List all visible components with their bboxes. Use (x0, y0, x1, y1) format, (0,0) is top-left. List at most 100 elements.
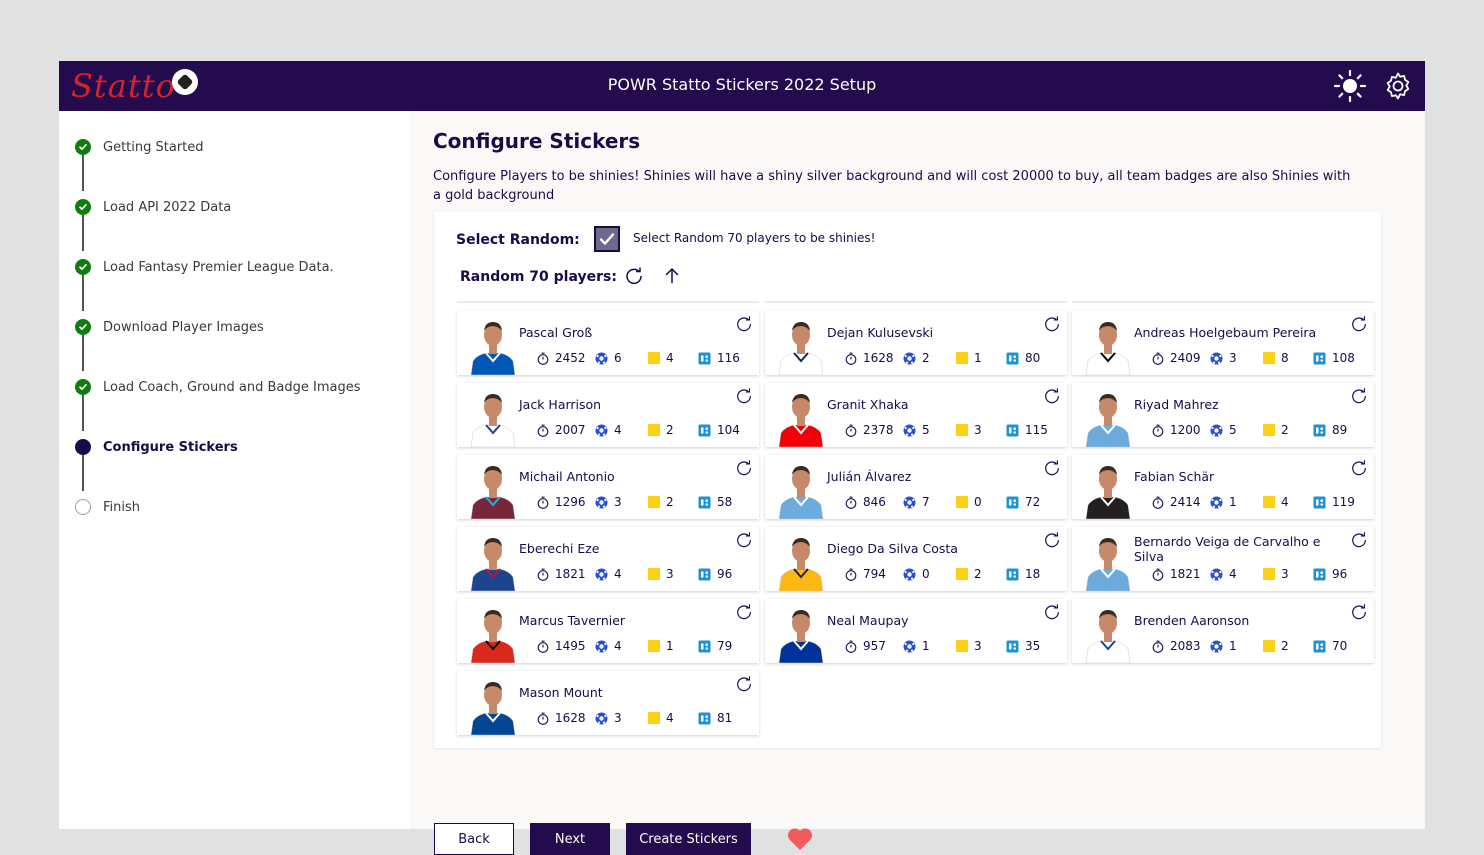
player-card[interactable]: Eberechi Eze 1821 4 3 96 (457, 527, 759, 591)
refresh-icon[interactable] (735, 387, 753, 405)
yellow-cards-value: 2 (666, 495, 674, 509)
points-value: 96 (1332, 567, 1348, 581)
next-button[interactable]: Next (530, 823, 610, 855)
player-card[interactable]: Pascal Groß 2452 6 4 116 (457, 311, 759, 375)
minutes-value: 1628 (555, 711, 586, 725)
configure-card: Select Random: Select Random 70 players … (434, 212, 1381, 748)
minutes-value: 1628 (863, 351, 894, 365)
football-icon (595, 568, 608, 580)
player-card[interactable]: Brenden Aaronson 2083 1 2 70 (1072, 599, 1374, 663)
step-label: Load Coach, Ground and Badge Images (103, 379, 361, 395)
points-icon (698, 712, 711, 724)
step-item[interactable]: Download Player Images (75, 319, 264, 335)
player-card[interactable]: Michail Antonio 1296 3 2 58 (457, 455, 759, 519)
step-item[interactable]: Configure Stickers (75, 439, 238, 455)
goals-value: 3 (614, 711, 622, 725)
refresh-icon[interactable] (1350, 603, 1368, 621)
step-connector (82, 155, 84, 191)
refresh-icon[interactable] (735, 459, 753, 477)
refresh-icon[interactable] (735, 675, 753, 693)
player-card[interactable]: Riyad Mahrez 1200 5 2 89 (1072, 383, 1374, 447)
random-players-label: Random 70 players: (460, 269, 617, 285)
player-name: Eberechi Eze (519, 541, 600, 556)
player-name: Neal Maupay (827, 613, 909, 628)
player-photo (778, 610, 824, 663)
heart-icon[interactable] (787, 827, 813, 855)
player-name: Andreas Hoelgebaum Pereira (1134, 325, 1317, 340)
points-icon (698, 496, 711, 508)
yellow-card-icon (956, 640, 968, 652)
player-name: Fabian Schär (1134, 469, 1215, 484)
yellow-cards-value: 3 (666, 567, 674, 581)
step-connector (82, 275, 84, 311)
player-card[interactable]: Bernardo Veiga de Carvalho e Silva 1821 4 3… (1072, 527, 1374, 591)
refresh-icon[interactable] (735, 315, 753, 333)
goals-value: 1 (1229, 495, 1237, 509)
sun-icon[interactable] (1333, 69, 1367, 103)
refresh-icon[interactable] (1043, 531, 1061, 549)
football-icon (1210, 640, 1223, 652)
goals-value: 7 (922, 495, 930, 509)
player-name: Julián Álvarez (827, 469, 912, 484)
player-photo (470, 394, 516, 447)
check-circle-icon (75, 379, 91, 395)
player-name: Riyad Mahrez (1134, 397, 1219, 412)
yellow-cards-value: 8 (1281, 351, 1289, 365)
step-item[interactable]: Load Fantasy Premier League Data. (75, 259, 334, 275)
player-card[interactable]: Julián Álvarez 846 7 0 72 (765, 455, 1067, 519)
points-icon (1313, 640, 1326, 652)
refresh-icon[interactable] (1350, 387, 1368, 405)
player-card[interactable]: Granit Xhaka 2378 5 3 115 (765, 383, 1067, 447)
current-step-icon (75, 439, 91, 455)
goals-value: 4 (614, 639, 622, 653)
refresh-icon[interactable] (1350, 531, 1368, 549)
yellow-card-icon (1263, 640, 1275, 652)
player-card[interactable]: Neal Maupay 957 1 3 35 (765, 599, 1067, 663)
refresh-icon[interactable] (735, 531, 753, 549)
step-item[interactable]: Finish (75, 499, 140, 515)
stopwatch-icon (537, 424, 549, 437)
refresh-icon[interactable] (624, 266, 644, 290)
refresh-icon[interactable] (1043, 387, 1061, 405)
refresh-icon[interactable] (1043, 603, 1061, 621)
stopwatch-icon (845, 496, 857, 509)
refresh-icon[interactable] (1043, 459, 1061, 477)
points-value: 115 (1025, 423, 1048, 437)
yellow-card-icon (1263, 352, 1275, 364)
steps-sidebar: Getting Started Load API 2022 Data Load Fa… (59, 111, 409, 829)
football-icon (903, 352, 916, 364)
player-card[interactable]: Fabian Schär 2414 1 4 119 (1072, 455, 1374, 519)
refresh-icon[interactable] (1350, 459, 1368, 477)
player-card[interactable]: Dejan Kulusevski 1628 2 1 80 (765, 311, 1067, 375)
points-value: 58 (717, 495, 733, 509)
refresh-icon[interactable] (1043, 315, 1061, 333)
football-icon (903, 424, 916, 436)
refresh-icon[interactable] (1350, 315, 1368, 333)
arrow-up-icon[interactable] (662, 266, 682, 290)
select-random-checkbox[interactable] (594, 226, 620, 252)
back-button[interactable]: Back (434, 823, 514, 855)
player-card[interactable]: Mason Mount 1628 3 4 81 (457, 671, 759, 735)
step-label: Configure Stickers (103, 439, 238, 455)
create-stickers-button[interactable]: Create Stickers (626, 823, 751, 855)
yellow-card-icon (648, 352, 660, 364)
yellow-cards-value: 0 (974, 495, 982, 509)
refresh-icon[interactable] (735, 603, 753, 621)
player-card[interactable]: Marcus Tavernier 1495 4 1 79 (457, 599, 759, 663)
step-item[interactable]: Load API 2022 Data (75, 199, 231, 215)
points-value: 116 (717, 351, 740, 365)
yellow-cards-value: 2 (666, 423, 674, 437)
stopwatch-icon (1152, 496, 1164, 509)
player-card[interactable]: Jack Harrison 2007 4 2 104 (457, 383, 759, 447)
yellow-card-icon (648, 424, 660, 436)
player-card[interactable]: Diego Da Silva Costa 794 0 2 18 (765, 527, 1067, 591)
minutes-value: 2414 (1170, 495, 1201, 509)
points-icon (1313, 352, 1326, 364)
app-window: Statto POWR Statto Stickers 2022 Setup G… (59, 61, 1425, 855)
player-card[interactable]: Andreas Hoelgebaum Pereira 2409 3 8 108 (1072, 311, 1374, 375)
stopwatch-icon (537, 496, 549, 509)
step-item[interactable]: Getting Started (75, 139, 204, 155)
gear-icon[interactable] (1381, 69, 1415, 103)
step-item[interactable]: Load Coach, Ground and Badge Images (75, 379, 361, 395)
points-icon (698, 352, 711, 364)
